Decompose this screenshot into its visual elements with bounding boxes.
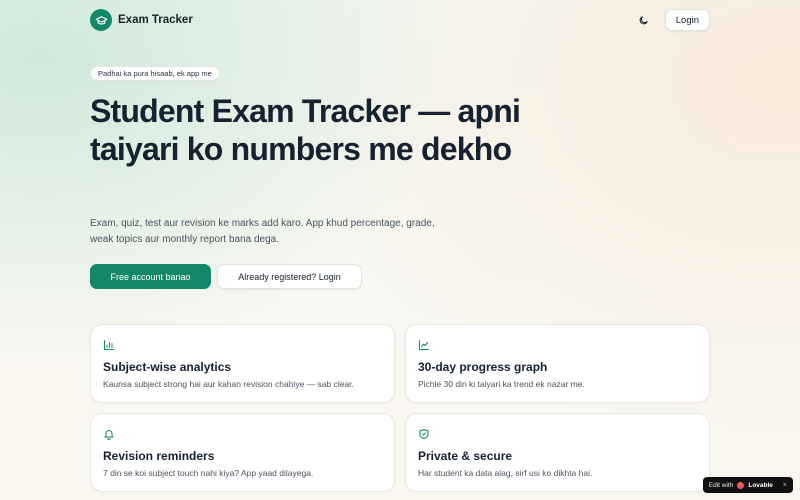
feature-card-progress: 30-day progress graph Pichle 30 din ki t…	[405, 324, 710, 403]
nav-actions: Login	[637, 9, 710, 31]
feature-description: 7 din se koi subject touch nahi kiya? Ap…	[103, 468, 314, 478]
feature-card-privacy: Private & secure Har student ka data ala…	[405, 413, 710, 492]
create-account-button[interactable]: Free account banao	[90, 264, 211, 289]
hero-subtitle: Exam, quiz, test aur revision ke marks a…	[90, 218, 435, 245]
feature-description: Pichle 30 din ki taiyari ka trend ek naz…	[418, 379, 585, 389]
shield-check-icon	[418, 427, 430, 439]
graduation-cap-icon	[90, 9, 112, 31]
feature-description: Kaunsa subject strong hai aur kahan revi…	[103, 379, 354, 389]
brand-name: Exam Tracker	[118, 14, 193, 26]
badge-brand: Lovable	[748, 481, 773, 489]
lovable-logo-icon	[737, 481, 745, 489]
existing-login-button[interactable]: Already registered? Login	[217, 264, 362, 289]
feature-description: Har student ka data alag, sirf usi ko di…	[418, 468, 593, 478]
feature-title: Subject-wise analytics	[103, 360, 232, 374]
page-title: Student Exam Tracker — apni taiyari ko n…	[90, 93, 521, 167]
trend-line-icon	[418, 338, 430, 350]
feature-card-analytics: Subject-wise analytics Kaunsa subject st…	[90, 324, 395, 403]
feature-title: Private & secure	[418, 449, 513, 463]
cta-row: Free account banao Already registered? L…	[90, 264, 362, 289]
feature-title: Revision reminders	[103, 449, 215, 463]
edit-with-lovable-badge[interactable]: Edit with Lovable ×	[702, 477, 793, 493]
close-icon[interactable]: ×	[783, 482, 787, 489]
brand[interactable]: Exam Tracker	[90, 9, 193, 31]
bell-icon	[103, 427, 115, 440]
bar-chart-icon	[103, 338, 115, 350]
moon-icon[interactable]	[637, 13, 651, 27]
top-nav: Exam Tracker Login	[90, 8, 710, 32]
login-button[interactable]: Login	[664, 9, 710, 31]
tagline-badge: Padhai ka pura hisaab, ek app me	[90, 66, 220, 81]
feature-card-reminders: Revision reminders 7 din se koi subject …	[90, 413, 395, 492]
feature-title: 30-day progress graph	[418, 360, 548, 374]
badge-prefix: Edit with	[708, 481, 734, 489]
